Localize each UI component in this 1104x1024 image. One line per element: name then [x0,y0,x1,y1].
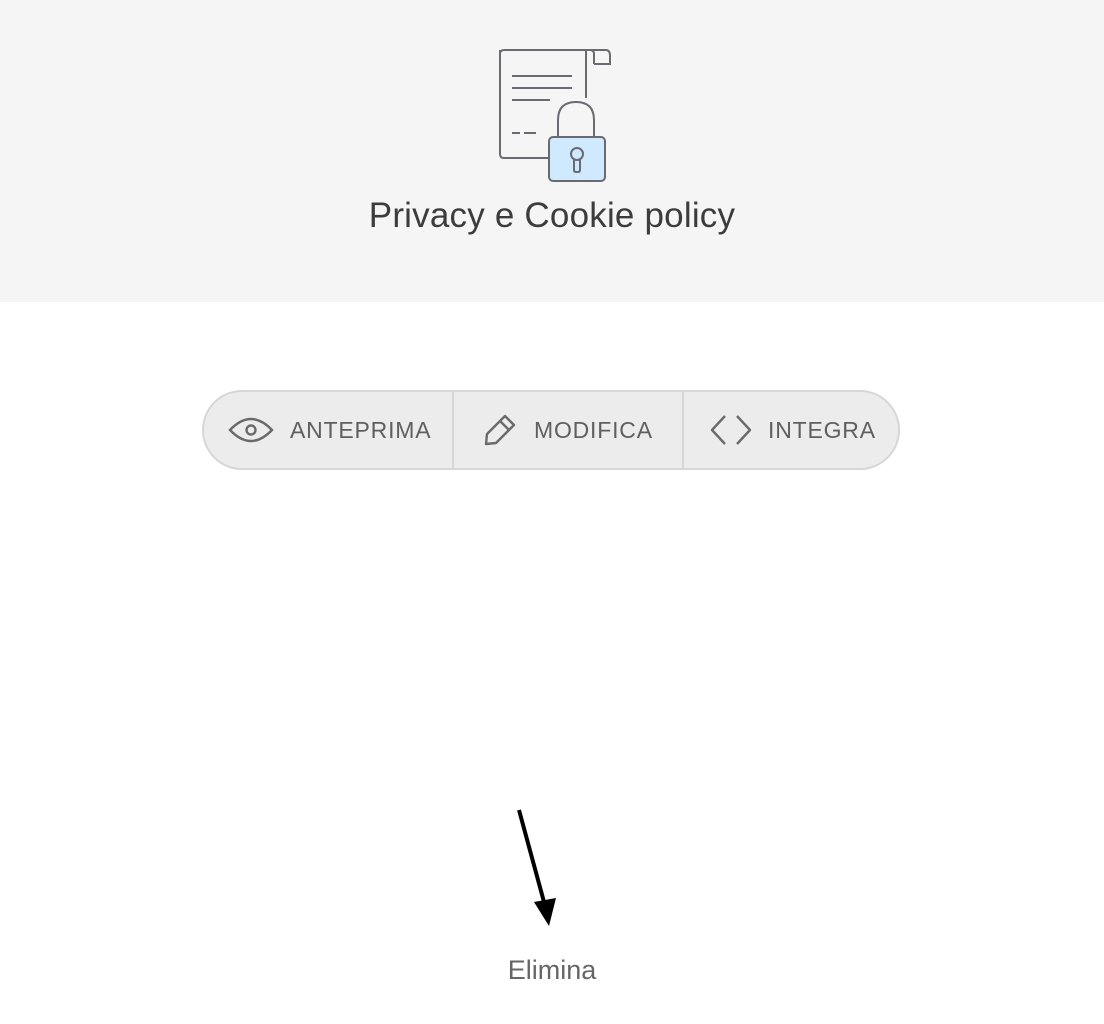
arrow-icon [517,809,556,926]
delete-link[interactable]: Elimina [0,955,1104,986]
document-lock-icon [499,49,611,182]
code-brackets-icon [710,415,752,445]
pencil-icon [484,414,516,446]
view-mode-switcher: ANTEPRIMA MODIFICA INTEGRA [202,390,900,470]
tab-edit-label: MODIFICA [534,416,653,443]
tab-edit[interactable]: MODIFICA [452,392,682,468]
tab-preview-label: ANTEPRIMA [290,416,432,443]
tab-embed-label: INTEGRA [768,416,876,443]
policy-header: Privacy e Cookie policy [0,0,1104,302]
tab-embed[interactable]: INTEGRA [682,392,898,468]
page-title: Privacy e Cookie policy [368,196,736,235]
page: Privacy e Cookie policy ANTEPRIMA MODIFI… [0,0,1104,1024]
tab-preview[interactable]: ANTEPRIMA [204,392,452,468]
eye-icon [228,417,274,443]
